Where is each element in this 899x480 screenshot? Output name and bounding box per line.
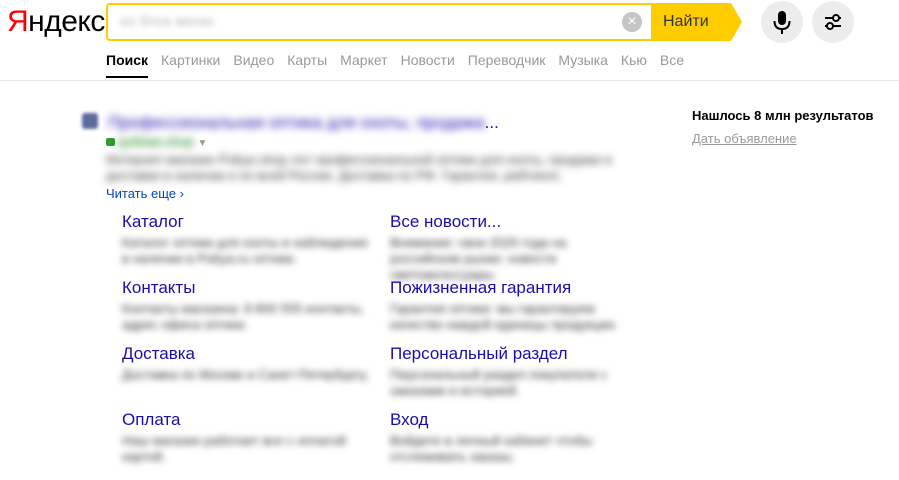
sitelink-title[interactable]: Оплата [122,410,372,430]
sitelink-personal: Персональный раздел Персональный раздел … [390,344,640,399]
clear-icon[interactable]: × [622,12,642,32]
result-url[interactable]: рубежи.shop ▼ [106,134,207,149]
logo-rest: ндекс [28,5,105,38]
chevron-down-icon[interactable]: ▼ [198,138,208,149]
sitelink-title[interactable]: Персональный раздел [390,344,640,364]
sitelink-text: Гарантия оптики: мы гарантируем качество… [390,301,618,332]
sitelink-warranty: Пожизненная гарантия Гарантия оптики: мы… [390,278,640,333]
sitelink-login: Вход Войдите в личный кабинет чтобы отсл… [390,410,640,465]
sitelink-title[interactable]: Все новости... [390,212,640,232]
tab-music[interactable]: Музыка [558,52,608,76]
settings-button[interactable] [812,1,854,43]
search-input[interactable]: из блок меню × [106,3,652,41]
sitelink-title[interactable]: Вход [390,410,640,430]
microphone-icon [773,11,791,34]
result-snippet: Интернет-магазин Pobya shop лот професси… [106,152,612,183]
sitelink-payment: Оплата Наш магазин работает все с оплато… [122,410,372,465]
sitelink-catalog: Каталог Каталог оптики для охоты и наблю… [122,212,372,267]
sitelink-text: Каталог оптики для охоты и наблюдения в … [122,235,368,266]
tab-search[interactable]: Поиск [106,52,149,78]
lock-icon [106,138,115,146]
sitelink-all-news: Все новости... Внимание: свои 2020 года … [390,212,640,283]
sitelink-contacts: Контакты Контакты магазина: 8 800 555 ко… [122,278,372,333]
read-more-link[interactable]: Читать еще › [106,186,184,201]
chevron-right-icon: › [179,186,184,201]
sitelink-text: Контакты магазина: 8 800 555 контакты, а… [122,301,364,332]
sitelink-text: Наш магазин работает все с оплатой карто… [122,433,346,464]
favicon-icon [82,113,98,129]
search-tabs: Поиск Картинки Видео Карты Маркет Новости Пере… [106,52,697,78]
search-query: из блок меню [120,13,214,30]
sitelink-delivery: Доставка Доставка по Москве и Санкт-Пете… [122,344,372,383]
sitelink-text: Внимание: свои 2020 года на российском р… [390,235,567,282]
yandex-logo[interactable]: Яндекс [7,6,105,38]
find-button-arrow [731,3,742,41]
sliders-icon [825,14,841,30]
results-count: Нашлось 8 млн результатов [692,108,874,123]
tab-market[interactable]: Маркет [340,52,387,76]
sitelink-title[interactable]: Доставка [122,344,372,364]
find-button[interactable]: Найти [651,3,731,41]
result-title: Профессиональная оптика для охоты, прода… [108,113,485,132]
header-divider [0,80,899,81]
microphone-button[interactable] [761,1,803,43]
tab-images[interactable]: Картинки [161,52,220,76]
read-more-label: Читать еще [106,186,177,201]
tab-translator[interactable]: Переводчик [468,52,546,76]
advertise-link[interactable]: Дать объявление [692,131,797,146]
tab-news[interactable]: Новости [401,52,455,76]
tab-video[interactable]: Видео [233,52,274,76]
logo-first-letter: Я [7,5,29,38]
sitelink-text: Персональный раздел покупателя с заказам… [390,367,608,398]
tab-all[interactable]: Все [660,52,684,76]
result-title-link[interactable]: Профессиональная оптика для охоты, прода… [82,113,499,133]
tab-q[interactable]: Кью [621,52,647,76]
sitelink-text: Войдите в личный кабинет чтобы отслежива… [390,433,593,464]
sitelink-title[interactable]: Каталог [122,212,372,232]
sitelink-text: Доставка по Москве и Санкт-Петербургу. [122,367,369,382]
sitelink-title[interactable]: Пожизненная гарантия [390,278,640,298]
tab-maps[interactable]: Карты [287,52,327,76]
result-title-ellipsis: ... [484,113,499,132]
sitelink-title[interactable]: Контакты [122,278,372,298]
result-url-text: рубежи.shop [118,134,194,149]
